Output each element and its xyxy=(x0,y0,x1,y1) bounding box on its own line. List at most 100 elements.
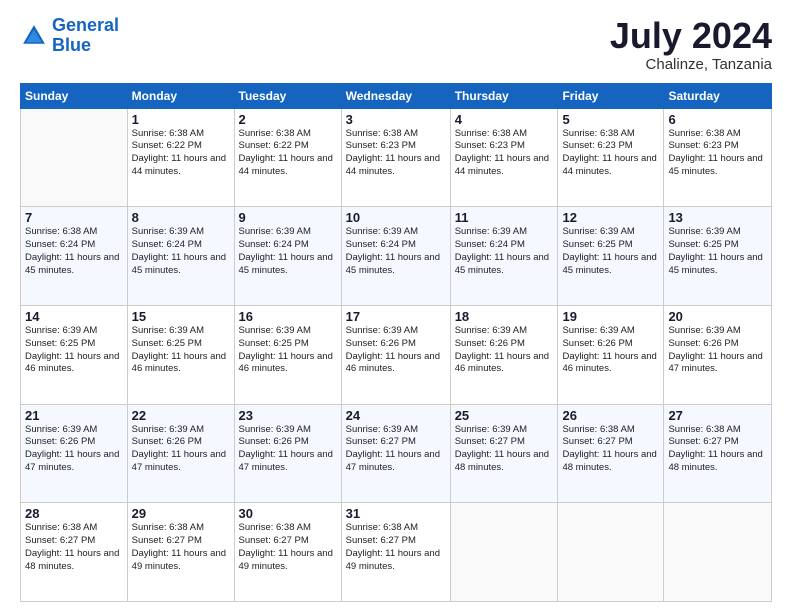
day-number: 29 xyxy=(132,506,230,521)
calendar: Sunday Monday Tuesday Wednesday Thursday… xyxy=(20,83,772,602)
day-number: 15 xyxy=(132,309,230,324)
day-info: Sunrise: 6:39 AMSunset: 6:26 PMDaylight:… xyxy=(455,325,554,376)
day-info: Sunrise: 6:38 AMSunset: 6:27 PMDaylight:… xyxy=(132,522,230,573)
logo-icon xyxy=(20,22,48,50)
day-cell-w2-d5: 11Sunrise: 6:39 AMSunset: 6:24 PMDayligh… xyxy=(450,207,558,306)
day-number: 30 xyxy=(239,506,337,521)
day-cell-w3-d7: 20Sunrise: 6:39 AMSunset: 6:26 PMDayligh… xyxy=(664,305,772,404)
day-info: Sunrise: 6:38 AMSunset: 6:22 PMDaylight:… xyxy=(132,128,230,179)
logo-line2: Blue xyxy=(52,35,91,55)
day-cell-w4-d4: 24Sunrise: 6:39 AMSunset: 6:27 PMDayligh… xyxy=(341,404,450,503)
day-number: 1 xyxy=(132,112,230,127)
day-number: 14 xyxy=(25,309,123,324)
day-cell-w1-d1 xyxy=(21,108,128,207)
day-info: Sunrise: 6:39 AMSunset: 6:26 PMDaylight:… xyxy=(25,424,123,475)
day-info: Sunrise: 6:39 AMSunset: 6:25 PMDaylight:… xyxy=(132,325,230,376)
day-number: 22 xyxy=(132,408,230,423)
day-info: Sunrise: 6:39 AMSunset: 6:25 PMDaylight:… xyxy=(562,226,659,277)
day-number: 31 xyxy=(346,506,446,521)
day-number: 20 xyxy=(668,309,767,324)
day-info: Sunrise: 6:39 AMSunset: 6:24 PMDaylight:… xyxy=(346,226,446,277)
col-sunday: Sunday xyxy=(21,83,128,108)
col-saturday: Saturday xyxy=(664,83,772,108)
logo-line1: General xyxy=(52,15,119,35)
day-number: 25 xyxy=(455,408,554,423)
day-number: 5 xyxy=(562,112,659,127)
col-thursday: Thursday xyxy=(450,83,558,108)
day-cell-w1-d6: 5Sunrise: 6:38 AMSunset: 6:23 PMDaylight… xyxy=(558,108,664,207)
day-number: 19 xyxy=(562,309,659,324)
day-number: 21 xyxy=(25,408,123,423)
day-cell-w1-d2: 1Sunrise: 6:38 AMSunset: 6:22 PMDaylight… xyxy=(127,108,234,207)
day-number: 7 xyxy=(25,210,123,225)
day-cell-w4-d2: 22Sunrise: 6:39 AMSunset: 6:26 PMDayligh… xyxy=(127,404,234,503)
location-subtitle: Chalinze, Tanzania xyxy=(610,56,772,73)
day-cell-w5-d7 xyxy=(664,503,772,602)
week-row-4: 21Sunrise: 6:39 AMSunset: 6:26 PMDayligh… xyxy=(21,404,772,503)
day-info: Sunrise: 6:39 AMSunset: 6:24 PMDaylight:… xyxy=(239,226,337,277)
day-cell-w1-d5: 4Sunrise: 6:38 AMSunset: 6:23 PMDaylight… xyxy=(450,108,558,207)
day-info: Sunrise: 6:39 AMSunset: 6:24 PMDaylight:… xyxy=(132,226,230,277)
day-info: Sunrise: 6:39 AMSunset: 6:26 PMDaylight:… xyxy=(239,424,337,475)
day-number: 28 xyxy=(25,506,123,521)
day-number: 2 xyxy=(239,112,337,127)
day-info: Sunrise: 6:39 AMSunset: 6:25 PMDaylight:… xyxy=(239,325,337,376)
day-cell-w1-d3: 2Sunrise: 6:38 AMSunset: 6:22 PMDaylight… xyxy=(234,108,341,207)
day-cell-w3-d2: 15Sunrise: 6:39 AMSunset: 6:25 PMDayligh… xyxy=(127,305,234,404)
week-row-1: 1Sunrise: 6:38 AMSunset: 6:22 PMDaylight… xyxy=(21,108,772,207)
header: General Blue July 2024 Chalinze, Tanzani… xyxy=(20,16,772,73)
day-info: Sunrise: 6:39 AMSunset: 6:26 PMDaylight:… xyxy=(346,325,446,376)
day-cell-w2-d4: 10Sunrise: 6:39 AMSunset: 6:24 PMDayligh… xyxy=(341,207,450,306)
day-info: Sunrise: 6:38 AMSunset: 6:23 PMDaylight:… xyxy=(562,128,659,179)
day-cell-w2-d2: 8Sunrise: 6:39 AMSunset: 6:24 PMDaylight… xyxy=(127,207,234,306)
day-number: 4 xyxy=(455,112,554,127)
day-number: 12 xyxy=(562,210,659,225)
day-cell-w3-d5: 18Sunrise: 6:39 AMSunset: 6:26 PMDayligh… xyxy=(450,305,558,404)
day-cell-w2-d7: 13Sunrise: 6:39 AMSunset: 6:25 PMDayligh… xyxy=(664,207,772,306)
day-cell-w2-d1: 7Sunrise: 6:38 AMSunset: 6:24 PMDaylight… xyxy=(21,207,128,306)
day-number: 17 xyxy=(346,309,446,324)
day-cell-w4-d7: 27Sunrise: 6:38 AMSunset: 6:27 PMDayligh… xyxy=(664,404,772,503)
week-row-5: 28Sunrise: 6:38 AMSunset: 6:27 PMDayligh… xyxy=(21,503,772,602)
day-cell-w5-d5 xyxy=(450,503,558,602)
day-info: Sunrise: 6:38 AMSunset: 6:27 PMDaylight:… xyxy=(562,424,659,475)
day-number: 24 xyxy=(346,408,446,423)
day-cell-w5-d1: 28Sunrise: 6:38 AMSunset: 6:27 PMDayligh… xyxy=(21,503,128,602)
day-number: 8 xyxy=(132,210,230,225)
day-number: 16 xyxy=(239,309,337,324)
day-cell-w4-d1: 21Sunrise: 6:39 AMSunset: 6:26 PMDayligh… xyxy=(21,404,128,503)
day-number: 11 xyxy=(455,210,554,225)
title-block: July 2024 Chalinze, Tanzania xyxy=(610,16,772,73)
day-number: 6 xyxy=(668,112,767,127)
day-info: Sunrise: 6:39 AMSunset: 6:25 PMDaylight:… xyxy=(25,325,123,376)
col-wednesday: Wednesday xyxy=(341,83,450,108)
day-number: 18 xyxy=(455,309,554,324)
day-cell-w3-d3: 16Sunrise: 6:39 AMSunset: 6:25 PMDayligh… xyxy=(234,305,341,404)
day-cell-w2-d3: 9Sunrise: 6:39 AMSunset: 6:24 PMDaylight… xyxy=(234,207,341,306)
day-info: Sunrise: 6:38 AMSunset: 6:27 PMDaylight:… xyxy=(25,522,123,573)
day-info: Sunrise: 6:38 AMSunset: 6:24 PMDaylight:… xyxy=(25,226,123,277)
page: General Blue July 2024 Chalinze, Tanzani… xyxy=(0,0,792,612)
day-info: Sunrise: 6:38 AMSunset: 6:27 PMDaylight:… xyxy=(239,522,337,573)
day-cell-w4-d6: 26Sunrise: 6:38 AMSunset: 6:27 PMDayligh… xyxy=(558,404,664,503)
day-cell-w3-d4: 17Sunrise: 6:39 AMSunset: 6:26 PMDayligh… xyxy=(341,305,450,404)
week-row-2: 7Sunrise: 6:38 AMSunset: 6:24 PMDaylight… xyxy=(21,207,772,306)
day-info: Sunrise: 6:39 AMSunset: 6:27 PMDaylight:… xyxy=(455,424,554,475)
day-number: 26 xyxy=(562,408,659,423)
col-monday: Monday xyxy=(127,83,234,108)
day-cell-w2-d6: 12Sunrise: 6:39 AMSunset: 6:25 PMDayligh… xyxy=(558,207,664,306)
day-number: 10 xyxy=(346,210,446,225)
day-info: Sunrise: 6:38 AMSunset: 6:27 PMDaylight:… xyxy=(668,424,767,475)
week-row-3: 14Sunrise: 6:39 AMSunset: 6:25 PMDayligh… xyxy=(21,305,772,404)
day-cell-w3-d6: 19Sunrise: 6:39 AMSunset: 6:26 PMDayligh… xyxy=(558,305,664,404)
day-cell-w4-d5: 25Sunrise: 6:39 AMSunset: 6:27 PMDayligh… xyxy=(450,404,558,503)
day-cell-w5-d3: 30Sunrise: 6:38 AMSunset: 6:27 PMDayligh… xyxy=(234,503,341,602)
col-friday: Friday xyxy=(558,83,664,108)
day-info: Sunrise: 6:38 AMSunset: 6:27 PMDaylight:… xyxy=(346,522,446,573)
day-cell-w4-d3: 23Sunrise: 6:39 AMSunset: 6:26 PMDayligh… xyxy=(234,404,341,503)
col-tuesday: Tuesday xyxy=(234,83,341,108)
day-info: Sunrise: 6:39 AMSunset: 6:26 PMDaylight:… xyxy=(562,325,659,376)
day-cell-w5-d2: 29Sunrise: 6:38 AMSunset: 6:27 PMDayligh… xyxy=(127,503,234,602)
logo: General Blue xyxy=(20,16,119,56)
day-info: Sunrise: 6:39 AMSunset: 6:24 PMDaylight:… xyxy=(455,226,554,277)
